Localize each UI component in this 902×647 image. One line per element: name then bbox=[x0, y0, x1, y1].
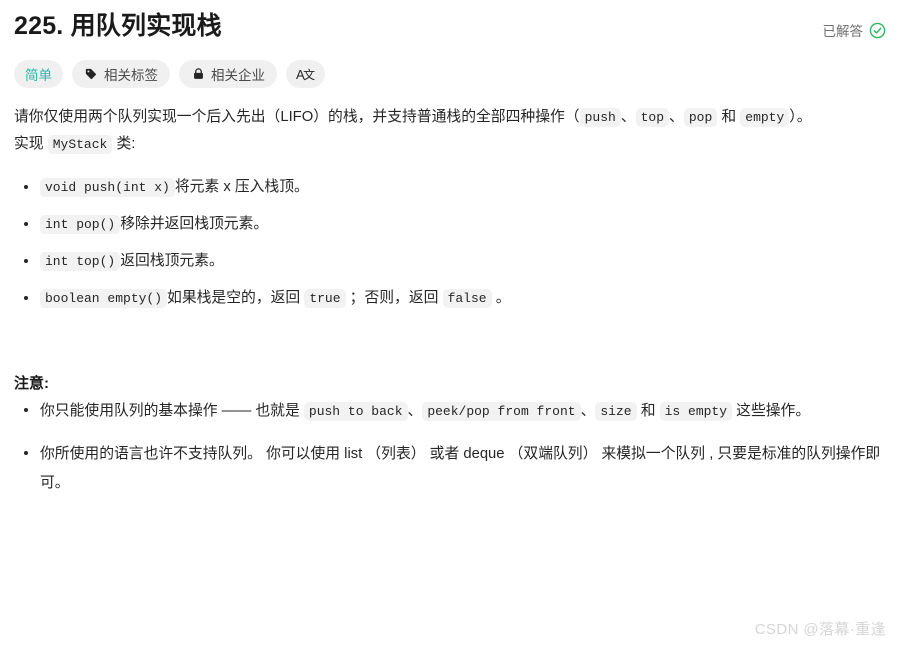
intro-text-end: ）。 bbox=[789, 109, 812, 125]
intro-sep-2: 、 bbox=[669, 109, 684, 125]
csdn-watermark: CSDN @落幕·重逢 bbox=[754, 621, 886, 638]
method-description-after: 。 bbox=[491, 290, 511, 306]
page-title: 225. 用队列实现栈 bbox=[14, 12, 222, 40]
code-pop: pop bbox=[683, 108, 718, 127]
method-signature: int top() bbox=[40, 252, 121, 271]
intro-sep-3: 和 bbox=[717, 109, 741, 125]
code-false: false bbox=[442, 289, 492, 308]
lock-icon bbox=[191, 67, 205, 81]
method-description: 返回栈顶元素。 bbox=[120, 253, 224, 269]
note-sep-3: 和 bbox=[636, 403, 660, 419]
note-text: 你所使用的语言也许不支持队列。 你可以使用 list （列表） 或者 deque… bbox=[40, 446, 881, 491]
difficulty-chip-label: 简单 bbox=[25, 68, 52, 83]
method-signature: boolean empty() bbox=[40, 289, 168, 308]
code-push-to-back: push to back bbox=[303, 402, 408, 421]
list-item: boolean empty() 如果栈是空的，返回 true ；否则，返回 fal… bbox=[14, 285, 888, 312]
code-empty: empty bbox=[740, 108, 790, 127]
code-is-empty: is empty bbox=[659, 402, 733, 421]
code-top: top bbox=[635, 108, 670, 127]
related-companies-chip-label: 相关企业 bbox=[211, 68, 265, 83]
related-companies-chip[interactable]: 相关企业 bbox=[179, 60, 277, 88]
code-push: push bbox=[579, 108, 621, 127]
tag-chip-row: 简单 相关标签 相关企业 A文 bbox=[14, 60, 888, 88]
intro-text-1: 请你仅使用两个队列实现一个后入先出（LIFO）的栈，并支持普通栈的全部四种操作（ bbox=[14, 109, 580, 125]
notes-section: 注意: 你只能使用队列的基本操作 —— 也就是 push to back、 pee… bbox=[14, 371, 888, 498]
method-description: 移除并返回栈顶元素。 bbox=[120, 216, 269, 232]
code-true: true bbox=[304, 289, 346, 308]
note-sep-2: 、 bbox=[580, 403, 596, 419]
method-description: 将元素 x 压入栈顶。 bbox=[174, 179, 309, 195]
implement-suffix: 类: bbox=[112, 136, 136, 152]
method-description-before: 如果栈是空的，返回 bbox=[167, 290, 305, 306]
related-tags-chip-label: 相关标签 bbox=[104, 68, 158, 83]
translate-icon: A文 bbox=[296, 66, 315, 82]
implement-prefix: 实现 bbox=[14, 136, 48, 152]
method-list: void push(int x) 将元素 x 压入栈顶。 int pop() 移除并… bbox=[14, 174, 888, 312]
problem-description-page: 225. 用队列实现栈 已解答 简单 相关标签 相关企业 A 文 请你仅使用两个… bbox=[0, 0, 902, 647]
status-badge-label: 已解答 bbox=[822, 24, 864, 39]
notes-list: 你只能使用队列的基本操作 —— 也就是 push to back、 peek/po… bbox=[14, 397, 888, 498]
list-item: 你所使用的语言也许不支持队列。 你可以使用 list （列表） 或者 deque… bbox=[14, 440, 888, 498]
list-item: int pop() 移除并返回栈顶元素。 bbox=[14, 211, 888, 238]
method-description-middle: ；否则，返回 bbox=[345, 290, 443, 306]
implement-class-paragraph: 实现 MyStack 类: bbox=[14, 131, 888, 158]
code-peek-pop-from-front: peek/pop from front bbox=[422, 402, 581, 421]
notes-title: 注意: bbox=[14, 375, 49, 392]
status-badge: 已解答 bbox=[823, 9, 889, 40]
note-lead-text: 你只能使用队列的基本操作 —— 也就是 bbox=[40, 403, 304, 419]
difficulty-chip[interactable]: 简单 bbox=[14, 60, 63, 88]
list-item: 你只能使用队列的基本操作 —— 也就是 push to back、 peek/po… bbox=[14, 397, 888, 426]
list-item: int top() 返回栈顶元素。 bbox=[14, 248, 888, 275]
tag-icon bbox=[84, 67, 98, 81]
related-tags-chip[interactable]: 相关标签 bbox=[72, 60, 170, 88]
header: 225. 用队列实现栈 已解答 bbox=[14, 0, 888, 43]
problem-content: 请你仅使用两个队列实现一个后入先出（LIFO）的栈，并支持普通栈的全部四种操作（… bbox=[14, 104, 888, 498]
problem-intro-paragraph: 请你仅使用两个队列实现一个后入先出（LIFO）的栈，并支持普通栈的全部四种操作（… bbox=[14, 104, 888, 131]
method-signature: int pop() bbox=[40, 215, 121, 234]
code-size: size bbox=[595, 402, 637, 421]
note-tail-text: 这些操作。 bbox=[732, 403, 811, 419]
intro-sep-1: 、 bbox=[620, 109, 636, 125]
method-signature: void push(int x) bbox=[40, 178, 175, 197]
translate-chip[interactable]: A文 bbox=[286, 60, 325, 88]
check-circle-icon bbox=[869, 22, 886, 39]
list-item: void push(int x) 将元素 x 压入栈顶。 bbox=[14, 174, 888, 201]
note-sep-1: 、 bbox=[407, 403, 423, 419]
code-mystack: MyStack bbox=[47, 135, 113, 154]
